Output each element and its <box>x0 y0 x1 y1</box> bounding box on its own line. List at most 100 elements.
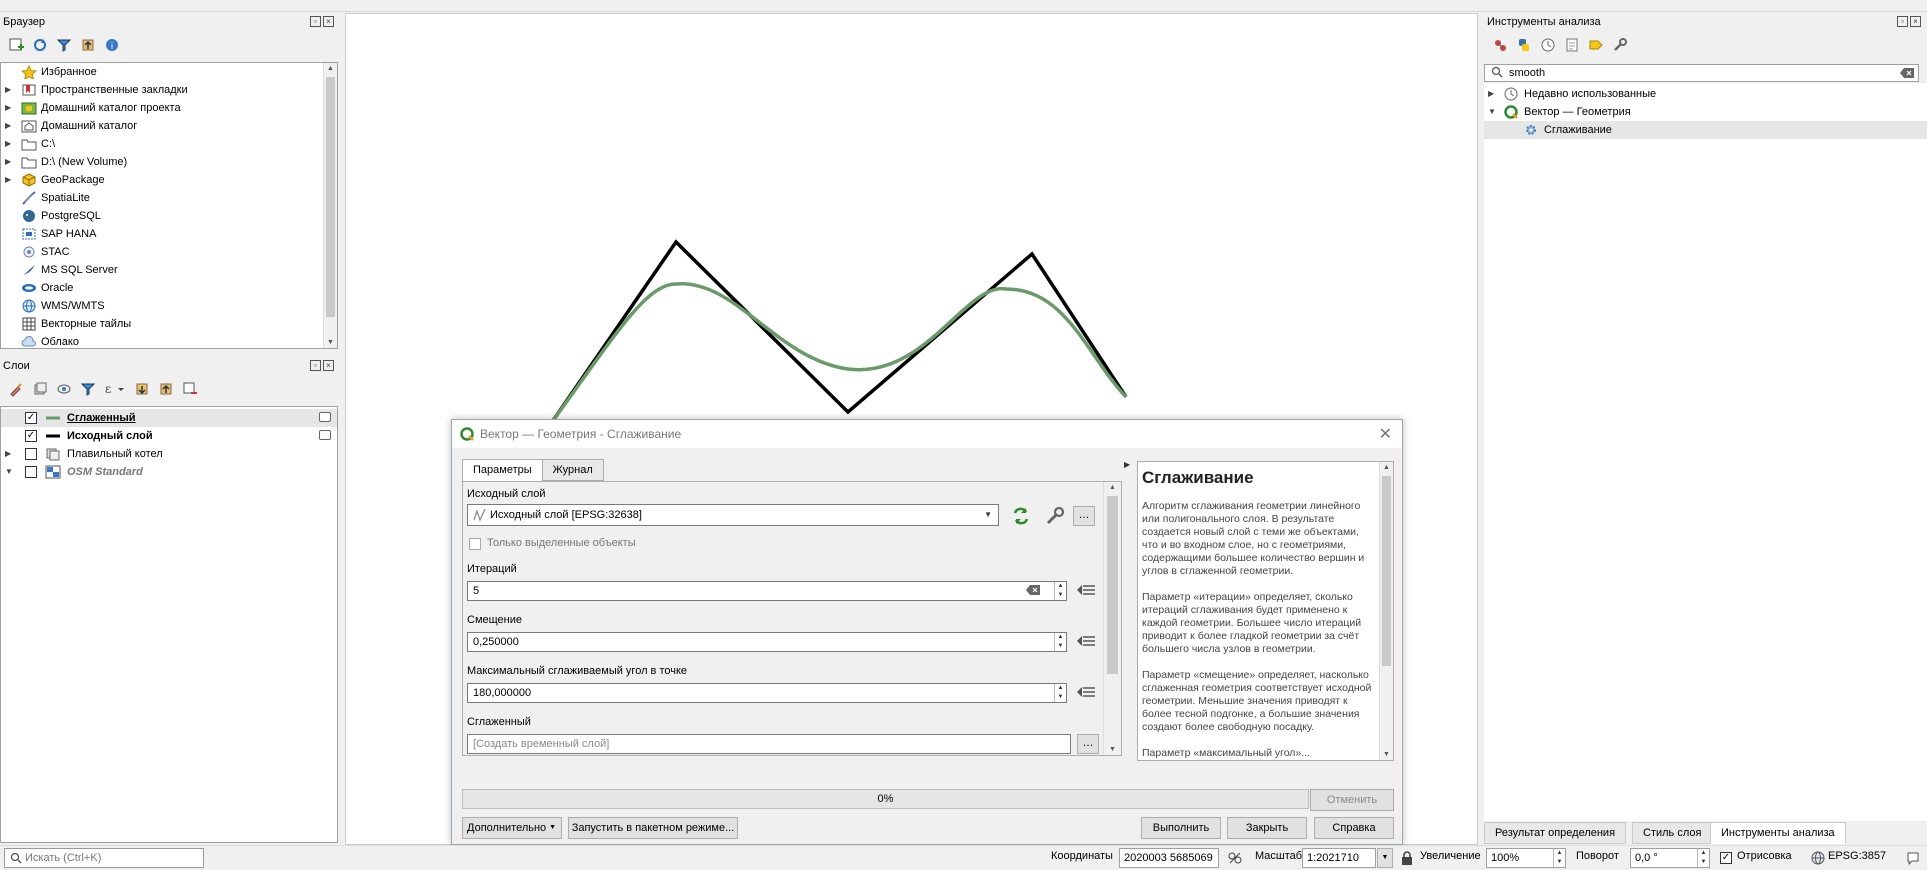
max-angle-input[interactable]: 180,000000 ▲ ▼ <box>467 683 1067 703</box>
advanced-button[interactable]: Дополнительно ▼ <box>462 817 562 839</box>
collapse-help-icon[interactable]: ▶ <box>1124 460 1130 469</box>
rotation-spinner[interactable]: ▲ ▼ <box>1697 849 1709 867</box>
clear-value-icon[interactable] <box>1026 585 1040 595</box>
crs-globe-icon[interactable] <box>1810 850 1826 866</box>
expand-arrow-icon[interactable]: ▶ <box>5 99 13 117</box>
tab-parameters[interactable]: Параметры <box>462 459 543 482</box>
expand-arrow-icon[interactable]: ▶ <box>5 171 13 189</box>
layer-visibility-checkbox[interactable]: ✓ <box>25 430 37 442</box>
close-icon[interactable]: × <box>323 16 334 27</box>
locator-search-input[interactable]: Искать (Ctrl+K) <box>4 848 204 868</box>
close-button[interactable]: Закрыть <box>1227 817 1307 839</box>
browser-item[interactable]: Облако <box>1 333 337 348</box>
browser-item[interactable]: ▶ Домашний каталог проекта <box>1 99 337 117</box>
advanced-options-wrench-icon[interactable] <box>1045 506 1065 526</box>
processing-search-input[interactable]: smooth <box>1484 64 1919 82</box>
browser-scrollbar[interactable]: ▲ ▼ <box>323 63 337 348</box>
expand-arrow-icon[interactable]: ▶ <box>5 445 13 463</box>
tab-identify-results[interactable]: Результат определения <box>1484 822 1627 844</box>
layer-item[interactable]: ▼ OSM Standard <box>1 463 337 481</box>
iterate-over-features-icon[interactable] <box>1011 506 1031 526</box>
browser-item[interactable]: ▶ Домашний каталог <box>1 117 337 135</box>
help-button[interactable]: Справка <box>1314 817 1394 839</box>
python-scripts-icon[interactable] <box>1514 35 1534 55</box>
expand-arrow-icon[interactable]: ▶ <box>5 153 13 171</box>
tab-layer-styling[interactable]: Стиль слоя <box>1632 822 1713 844</box>
layer-filter-indicator-icon[interactable] <box>319 430 331 440</box>
layer-item[interactable]: ✓ Сглаженный <box>1 409 337 427</box>
cancel-button[interactable]: Отменить <box>1310 789 1394 811</box>
filter-legend-icon[interactable] <box>78 379 98 399</box>
crs-label[interactable]: EPSG:3857 <box>1828 850 1886 862</box>
toggle-extents-icon[interactable] <box>1227 850 1243 866</box>
selected-only-checkbox[interactable] <box>469 538 481 550</box>
options-wrench-icon[interactable] <box>1610 35 1630 55</box>
processing-item-vector-geometry[interactable]: ▼ Вектор — Геометрия <box>1484 103 1927 121</box>
processing-item-smooth[interactable]: Сглаживание <box>1484 121 1927 139</box>
expand-arrow-icon[interactable]: ▶ <box>5 135 13 153</box>
browser-item[interactable]: STAC <box>1 243 337 261</box>
browser-item[interactable]: SAP HANA <box>1 225 337 243</box>
dialog-close-icon[interactable]: ✕ <box>1379 424 1392 444</box>
input-layer-combobox[interactable]: Исходный слой [EPSG:32638] ▼ <box>467 504 999 526</box>
collapse-all-icon[interactable] <box>78 35 98 55</box>
browser-item[interactable]: WMS/WMTS <box>1 297 337 315</box>
layer-visibility-checkbox[interactable] <box>25 448 37 460</box>
collapse-all-icon[interactable] <box>156 379 176 399</box>
browser-item[interactable]: Векторные тайлы <box>1 315 337 333</box>
float-icon[interactable]: ▫ <box>1897 16 1908 27</box>
expand-all-icon[interactable] <box>132 379 152 399</box>
browser-item[interactable]: ▶ D:\ (New Volume) <box>1 153 337 171</box>
tab-processing-toolbox[interactable]: Инструменты анализа <box>1710 822 1846 844</box>
offset-spinner[interactable]: ▲ ▼ <box>1054 633 1066 651</box>
browse-input-button[interactable]: … <box>1073 506 1095 526</box>
browser-item[interactable]: PostgreSQL <box>1 207 337 225</box>
manage-map-themes-icon[interactable] <box>54 379 74 399</box>
run-button[interactable]: Выполнить <box>1141 817 1221 839</box>
lock-icon[interactable] <box>1400 850 1414 866</box>
help-scrollbar[interactable]: ▲ ▼ <box>1379 462 1393 760</box>
tab-log[interactable]: Журнал <box>541 459 604 481</box>
iterations-input[interactable]: 5 ▲ ▼ <box>467 581 1067 601</box>
expand-arrow-icon[interactable]: ▼ <box>5 463 13 481</box>
data-defined-override-icon[interactable] <box>1075 683 1097 701</box>
float-icon[interactable]: ▫ <box>310 16 321 27</box>
output-layer-input[interactable]: [Создать временный слой] <box>467 734 1071 754</box>
clear-search-icon[interactable] <box>1900 68 1914 78</box>
info-icon[interactable]: i <box>102 35 122 55</box>
edit-features-in-place-icon[interactable] <box>1586 35 1606 55</box>
close-icon[interactable]: × <box>323 360 334 371</box>
browser-item[interactable]: SpatiaLite <box>1 189 337 207</box>
run-batch-button[interactable]: Запустить в пакетном режиме... <box>568 817 738 839</box>
coordinates-field[interactable]: 2020003 5685069 <box>1119 848 1219 868</box>
float-icon[interactable]: ▫ <box>310 360 321 371</box>
results-viewer-icon[interactable] <box>1562 35 1582 55</box>
scale-dropdown-button[interactable]: ▼ <box>1377 848 1393 868</box>
magnifier-spinner[interactable]: ▲ ▼ <box>1553 849 1565 867</box>
models-icon[interactable] <box>1490 35 1510 55</box>
data-defined-override-icon[interactable] <box>1075 581 1097 599</box>
style-brush-icon[interactable] <box>6 379 26 399</box>
filter-icon[interactable] <box>54 35 74 55</box>
offset-input[interactable]: 0,250000 ▲ ▼ <box>467 632 1067 652</box>
history-icon[interactable] <box>1538 35 1558 55</box>
browser-item[interactable]: ▶ C:\ <box>1 135 337 153</box>
browser-item[interactable]: ▶ GeoPackage <box>1 171 337 189</box>
max-angle-spinner[interactable]: ▲ ▼ <box>1054 684 1066 702</box>
browser-item[interactable]: MS SQL Server <box>1 261 337 279</box>
layer-visibility-checkbox[interactable]: ✓ <box>25 412 37 424</box>
rotation-input[interactable]: 0,0 ° ▲ ▼ <box>1630 848 1710 868</box>
add-layer-icon[interactable] <box>6 35 26 55</box>
output-options-button[interactable]: … <box>1077 734 1099 754</box>
close-icon[interactable]: × <box>1910 16 1921 27</box>
magnifier-input[interactable]: 100% ▲ ▼ <box>1486 848 1566 868</box>
render-checkbox[interactable]: ✓ <box>1720 852 1732 864</box>
refresh-icon[interactable] <box>30 35 50 55</box>
expand-arrow-icon[interactable]: ▶ <box>5 117 13 135</box>
iterations-spinner[interactable]: ▲ ▼ <box>1054 582 1066 600</box>
expand-arrow-icon[interactable]: ▶ <box>5 81 13 99</box>
browser-item[interactable]: Избранное <box>1 63 337 81</box>
browser-item[interactable]: Oracle <box>1 279 337 297</box>
parameters-scrollbar[interactable]: ▲ ▼ <box>1103 482 1121 755</box>
messages-icon[interactable] <box>1905 850 1921 866</box>
